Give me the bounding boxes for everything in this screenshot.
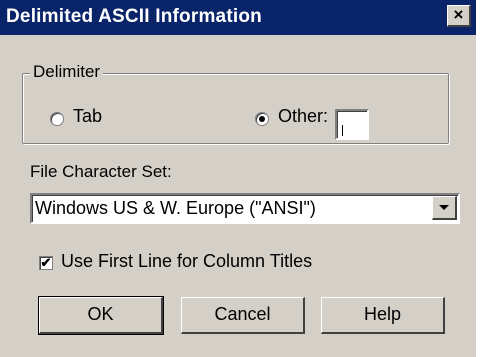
other-delimiter-input[interactable] xyxy=(335,109,369,140)
close-button[interactable]: × xyxy=(447,5,471,27)
other-radio-label[interactable]: Other: xyxy=(278,106,328,127)
tab-radio[interactable] xyxy=(50,112,64,126)
charset-select[interactable]: Windows US & W. Europe ("ANSI") xyxy=(30,193,460,224)
first-line-label[interactable]: Use First Line for Column Titles xyxy=(61,251,312,272)
delimiter-group-label: Delimiter xyxy=(30,62,104,82)
window-title: Delimited ASCII Information xyxy=(6,6,262,27)
title-bar[interactable]: Delimited ASCII Information × xyxy=(0,0,476,35)
ok-button[interactable]: OK xyxy=(38,296,164,335)
text-caret xyxy=(342,125,343,136)
charset-label: File Character Set: xyxy=(30,162,172,181)
help-button[interactable]: Help xyxy=(321,297,445,334)
first-line-checkbox[interactable]: ✔ xyxy=(39,256,53,270)
chevron-down-icon[interactable] xyxy=(432,196,457,220)
close-icon: × xyxy=(453,5,464,24)
cancel-button[interactable]: Cancel xyxy=(181,297,305,334)
other-radio[interactable] xyxy=(255,112,269,126)
tab-radio-label[interactable]: Tab xyxy=(73,106,102,127)
delimited-ascii-dialog: Delimited ASCII Information × Delimiter … xyxy=(0,0,476,357)
charset-selected-value: Windows US & W. Europe ("ANSI") xyxy=(35,198,316,218)
checkmark-icon: ✔ xyxy=(40,255,52,270)
